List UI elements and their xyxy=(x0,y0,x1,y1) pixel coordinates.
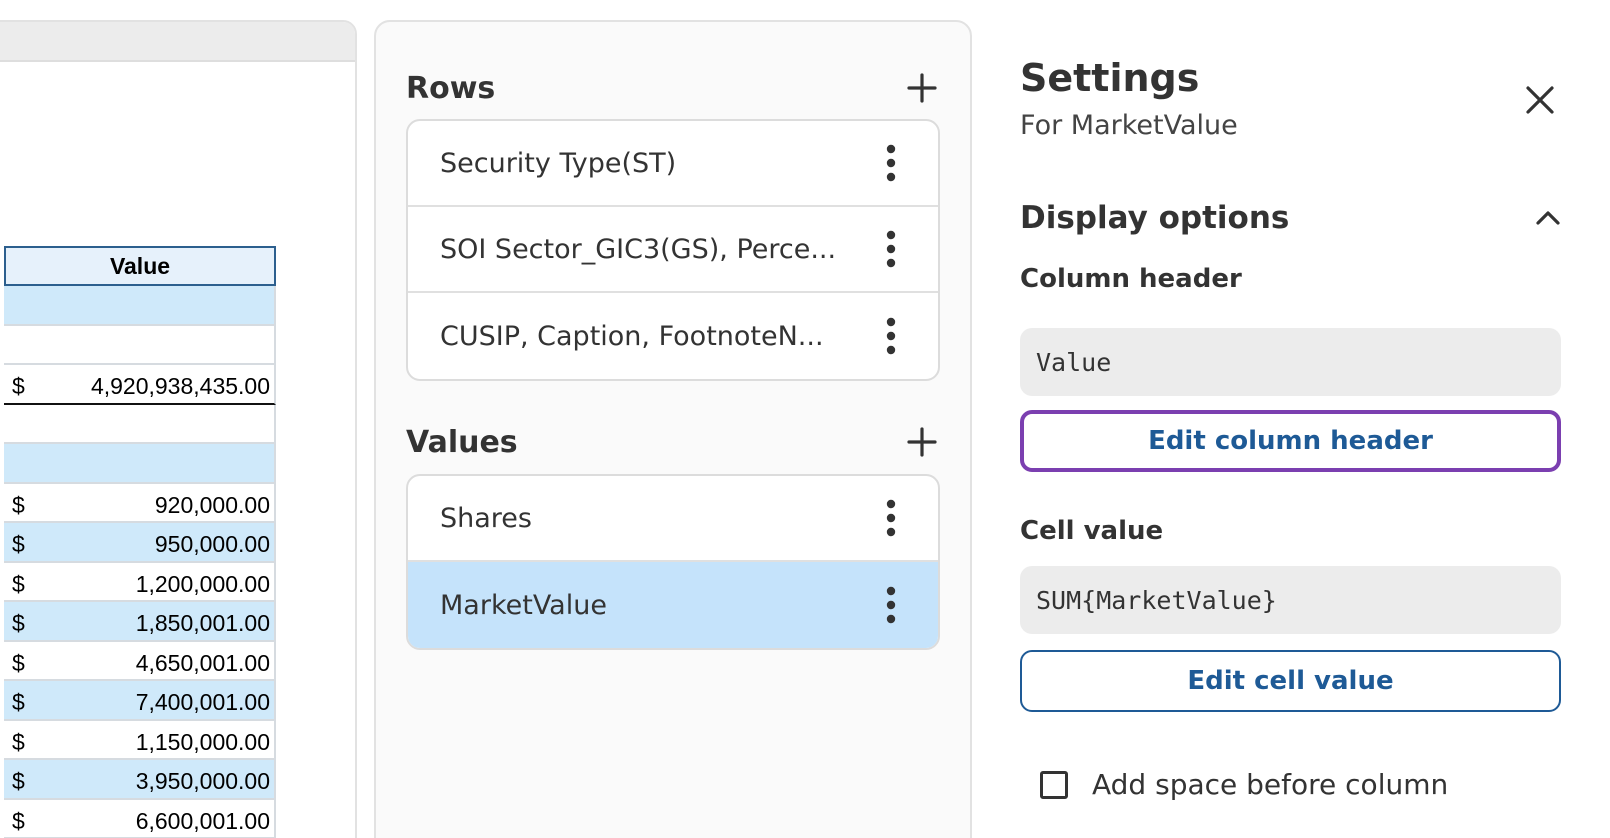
field-label: Security Type(ST) xyxy=(440,147,677,179)
values-section-header: Values xyxy=(406,418,946,466)
column-header-label: Column header xyxy=(1020,264,1242,294)
cell-amount: 1,200,000.00 xyxy=(135,570,270,597)
currency-symbol: $ xyxy=(12,610,25,636)
kebab-icon xyxy=(886,144,896,182)
field-label: SOI Sector_GIC3(GS), Perce... xyxy=(440,233,837,265)
chevron-up-icon xyxy=(1536,211,1560,225)
report-preview: Value $4,920,938,435.00 $920,000.00 $950,0… xyxy=(0,20,357,838)
collapse-display-options-button[interactable] xyxy=(1524,194,1572,242)
currency-symbol: $ xyxy=(12,491,25,518)
field-more-button[interactable] xyxy=(876,312,906,360)
currency-symbol: $ xyxy=(12,728,25,755)
preview-sheet: Value $4,920,938,435.00 $920,000.00 $950,0… xyxy=(4,246,276,838)
table-row xyxy=(4,286,276,326)
sheet-column-header[interactable]: Value xyxy=(4,246,276,286)
table-row xyxy=(4,444,276,484)
cell-amount: 950,000.00 xyxy=(154,531,270,557)
table-row: $3,950,000.00 xyxy=(4,760,276,800)
value-field-item[interactable]: MarketValue xyxy=(408,562,938,648)
currency-symbol: $ xyxy=(12,570,25,597)
cell-amount: 4,920,938,435.00 xyxy=(90,373,270,399)
kebab-icon xyxy=(886,317,896,355)
row-field-item[interactable]: CUSIP, Caption, FootnoteN... xyxy=(408,293,938,379)
field-more-button[interactable] xyxy=(876,581,906,629)
display-options-title: Display options xyxy=(1020,200,1290,236)
edit-cell-value-button[interactable]: Edit cell value xyxy=(1020,650,1561,712)
currency-symbol: $ xyxy=(12,807,25,834)
close-settings-button[interactable] xyxy=(1516,76,1564,124)
preview-toolbar xyxy=(0,22,355,62)
cell-amount: 1,850,001.00 xyxy=(135,610,270,636)
column-header-value: Value xyxy=(1020,328,1561,396)
cell-amount: 1,150,000.00 xyxy=(135,728,270,755)
table-row: $6,600,001.00 xyxy=(4,799,276,838)
value-field-item[interactable]: Shares xyxy=(408,476,938,562)
table-row: $1,150,000.00 xyxy=(4,720,276,760)
cell-amount: 7,400,001.00 xyxy=(135,689,270,715)
row-field-item[interactable]: SOI Sector_GIC3(GS), Perce... xyxy=(408,207,938,293)
settings-panel: Settings For MarketValue Display options… xyxy=(1020,0,1610,838)
add-value-button[interactable] xyxy=(898,418,946,466)
table-row: $4,920,938,435.00 xyxy=(4,365,276,405)
plus-icon xyxy=(907,73,937,103)
sheet-rows: $4,920,938,435.00 $920,000.00 $950,000.00 $… xyxy=(4,286,276,838)
values-field-list: Shares MarketValue xyxy=(406,474,940,650)
currency-symbol: $ xyxy=(12,649,25,676)
field-label: CUSIP, Caption, FootnoteN... xyxy=(440,320,824,352)
plus-icon xyxy=(907,427,937,457)
add-space-checkbox[interactable] xyxy=(1040,770,1068,799)
kebab-icon xyxy=(886,230,896,268)
add-space-label: Add space before column xyxy=(1092,768,1449,801)
cell-amount: 6,600,001.00 xyxy=(135,807,270,834)
currency-symbol: $ xyxy=(12,373,25,399)
rows-field-list: Security Type(ST) SOI Sector_GIC3(GS), Pe… xyxy=(406,119,940,381)
field-more-button[interactable] xyxy=(876,494,906,542)
add-row-button[interactable] xyxy=(898,64,946,112)
table-row: $4,650,001.00 xyxy=(4,641,276,681)
currency-symbol: $ xyxy=(12,531,25,557)
close-icon xyxy=(1526,86,1554,114)
cell-amount: 4,650,001.00 xyxy=(135,649,270,676)
fields-panel: Rows Security Type(ST) SOI Sector_GIC3(GS… xyxy=(374,20,972,838)
settings-title: Settings xyxy=(1020,56,1200,100)
table-row: $1,850,001.00 xyxy=(4,602,276,642)
field-more-button[interactable] xyxy=(876,139,906,187)
kebab-icon xyxy=(886,499,896,537)
field-label: Shares xyxy=(440,502,532,534)
table-row xyxy=(4,325,276,365)
table-row: $950,000.00 xyxy=(4,523,276,563)
cell-value-label: Cell value xyxy=(1020,516,1164,546)
edit-column-header-button[interactable]: Edit column header xyxy=(1020,410,1561,472)
currency-symbol: $ xyxy=(12,689,25,715)
kebab-icon xyxy=(886,586,896,624)
table-row: $7,400,001.00 xyxy=(4,681,276,721)
table-row: $1,200,000.00 xyxy=(4,562,276,602)
cell-value-value: SUM{MarketValue} xyxy=(1020,566,1561,634)
add-space-option[interactable]: Add space before column xyxy=(1040,768,1448,801)
cell-amount: 3,950,000.00 xyxy=(135,768,270,794)
table-row: $920,000.00 xyxy=(4,483,276,523)
display-options-header[interactable]: Display options xyxy=(1020,194,1572,242)
field-label: MarketValue xyxy=(440,589,607,621)
rows-section-title: Rows xyxy=(406,70,496,106)
settings-subtitle: For MarketValue xyxy=(1020,110,1238,141)
currency-symbol: $ xyxy=(12,768,25,794)
values-section-title: Values xyxy=(406,424,518,460)
table-row xyxy=(4,404,276,444)
rows-section-header: Rows xyxy=(406,64,946,112)
field-more-button[interactable] xyxy=(876,225,906,273)
cell-amount: 920,000.00 xyxy=(154,491,270,518)
row-field-item[interactable]: Security Type(ST) xyxy=(408,121,938,207)
